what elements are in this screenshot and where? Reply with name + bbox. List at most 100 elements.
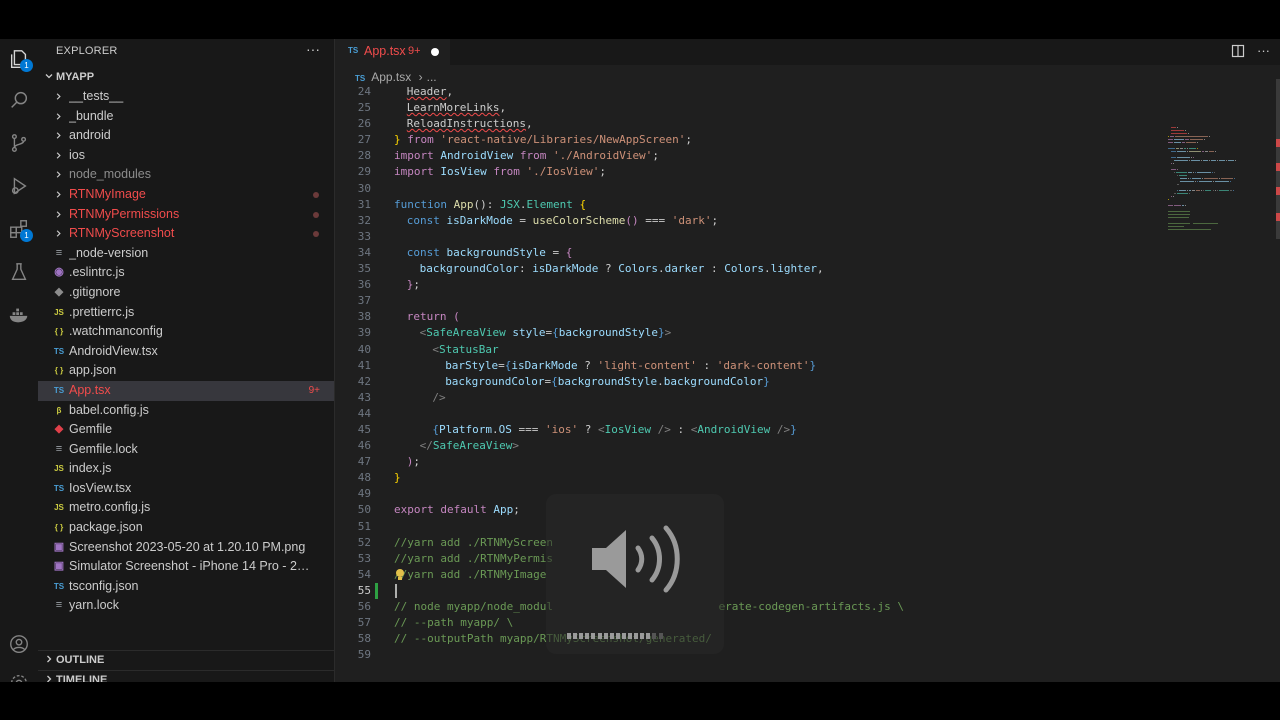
code-line[interactable]: 46 </SafeAreaView>: [335, 438, 1280, 454]
tree-file[interactable]: JS metro.config.js: [38, 498, 334, 518]
code-line[interactable]: 43 />: [335, 390, 1280, 406]
tree-folder[interactable]: __tests__: [38, 87, 334, 107]
code-token: ReloadInstructions: [406, 117, 527, 131]
code-line[interactable]: 39 <SafeAreaView style={backgroundStyle}>: [335, 325, 1280, 341]
code-token: ():: [473, 197, 500, 211]
tree-file[interactable]: JS index.js: [38, 459, 334, 479]
code-line[interactable]: 40 <StatusBar: [335, 342, 1280, 358]
code-line[interactable]: 38 return (: [335, 309, 1280, 325]
code-line[interactable]: 49: [335, 486, 1280, 502]
docker-icon[interactable]: [5, 301, 33, 329]
settings-gear-icon[interactable]: [5, 669, 33, 682]
volume-segment: [567, 633, 571, 639]
code-line[interactable]: 24 Header,: [335, 84, 1280, 100]
tab-app-tsx[interactable]: TS App.tsx 9+: [335, 39, 450, 65]
tree-file[interactable]: ▣ Simulator Screenshot - iPhone 14 Pro - …: [38, 557, 334, 577]
code-line[interactable]: 37: [335, 293, 1280, 309]
line-number: 32: [357, 213, 371, 227]
typescript-file-icon: TS: [53, 385, 65, 395]
code-line[interactable]: 53 //yarn add ./RTNMyPermis: [335, 551, 1280, 567]
tree-folder[interactable]: android: [38, 126, 334, 146]
tree-file[interactable]: { } .watchmanconfig: [38, 322, 334, 342]
code-line[interactable]: 48}: [335, 470, 1280, 486]
code-line[interactable]: 25 LearnMoreLinks,: [335, 100, 1280, 116]
code-line[interactable]: 47);: [335, 454, 1280, 470]
code-view[interactable]: 24 Header, 25 LearnMoreLinks, 26 ReloadInstru…: [335, 84, 1280, 663]
tree-file[interactable]: β babel.config.js: [38, 401, 334, 421]
code-line[interactable]: 52 //yarn add ./RTNMyScreen: [335, 535, 1280, 551]
more-actions-button[interactable]: ···: [306, 41, 320, 57]
tree-file[interactable]: TS App.tsx 9+: [38, 380, 334, 401]
tree-folder[interactable]: RTNMyImage: [38, 185, 334, 205]
breadcrumb-symbol[interactable]: ...: [427, 70, 437, 84]
code-line[interactable]: 56 // node myapp/node_modul erate-codegen…: [335, 599, 1280, 615]
outline-section-header[interactable]: OUTLINE: [38, 650, 334, 670]
search-icon[interactable]: [5, 86, 33, 114]
tree-file[interactable]: ◆ Gemfile: [38, 420, 334, 440]
code-line[interactable]: 36};: [335, 277, 1280, 293]
code-line[interactable]: 41 barStyle={isDarkMode ? 'light-content'…: [335, 358, 1280, 374]
tree-folder[interactable]: _bundle: [38, 107, 334, 127]
vertical-scrollbar[interactable]: [1276, 79, 1280, 239]
source-control-icon[interactable]: [5, 129, 33, 157]
code-line[interactable]: 57 // --path myapp/ \: [335, 615, 1280, 631]
code-line[interactable]: 34 const backgroundStyle = {: [335, 245, 1280, 261]
minimap[interactable]: [1160, 87, 1280, 247]
code-line[interactable]: 27} from 'react-native/Libraries/NewAppS…: [335, 132, 1280, 148]
tree-file[interactable]: { } package.json: [38, 518, 334, 538]
code-line[interactable]: 26 ReloadInstructions,: [335, 116, 1280, 132]
code-line[interactable]: 51: [335, 519, 1280, 535]
code-line[interactable]: 55: [335, 582, 1280, 599]
code-token: //yarn add ./RTNMyPermis: [394, 551, 553, 565]
code-line[interactable]: 33: [335, 229, 1280, 245]
tree-file[interactable]: TS tsconfig.json: [38, 577, 334, 597]
more-actions-icon[interactable]: ···: [1257, 44, 1270, 58]
tree-folder[interactable]: node_modules: [38, 165, 334, 185]
unsaved-dot-icon[interactable]: [431, 48, 439, 56]
run-debug-icon[interactable]: [5, 172, 33, 200]
code-token: ;: [413, 278, 421, 292]
tree-file[interactable]: { } app.json: [38, 361, 334, 381]
tree-file[interactable]: ◉ .eslintrc.js: [38, 263, 334, 283]
code-line[interactable]: 44: [335, 406, 1280, 422]
minimap-stroke: [1202, 151, 1204, 152]
code-line[interactable]: 28 import AndroidView from './AndroidView…: [335, 148, 1280, 164]
code-line[interactable]: 29 import IosView from './IosView';: [335, 164, 1280, 180]
account-icon[interactable]: [5, 630, 33, 658]
code-line[interactable]: 45 {Platform.OS === 'ios' ? <IosView /> :…: [335, 422, 1280, 438]
code-line[interactable]: 42 backgroundColor={backgroundStyle.backg…: [335, 374, 1280, 390]
tree-item-label: _bundle: [69, 108, 114, 123]
minimap-stroke: [1176, 157, 1190, 158]
code-line[interactable]: 54 //yarn add ./RTNMyImage: [335, 567, 1280, 583]
code-line[interactable]: 30: [335, 181, 1280, 197]
tree-folder[interactable]: RTNMyScreenshot: [38, 224, 334, 244]
lightbulb-icon[interactable]: [395, 568, 405, 582]
code-line[interactable]: 50 export default App;: [335, 502, 1280, 518]
tree-file[interactable]: TS IosView.tsx: [38, 479, 334, 499]
tree-file[interactable]: ≡ Gemfile.lock: [38, 440, 334, 460]
line-number: 36: [357, 278, 371, 292]
split-editor-icon[interactable]: [1231, 44, 1245, 58]
code-token: from: [513, 149, 553, 163]
code-line[interactable]: 32 const isDarkMode = useColorScheme() ==…: [335, 213, 1280, 229]
tree-file[interactable]: ◆ .gitignore: [38, 283, 334, 303]
minimap-stroke: [1193, 157, 1194, 158]
tree-folder[interactable]: ios: [38, 146, 334, 166]
extensions-icon[interactable]: 1: [5, 215, 33, 243]
code-line[interactable]: 35 backgroundColor: isDarkMode ? Colors.d…: [335, 261, 1280, 277]
tree-file[interactable]: TS AndroidView.tsx: [38, 342, 334, 362]
project-folder-header[interactable]: MYAPP: [38, 68, 334, 87]
tree-file[interactable]: ≡ _node-version: [38, 244, 334, 264]
timeline-section-header[interactable]: TIMELINE: [38, 670, 334, 682]
code-line[interactable]: 31 function App(): JSX.Element {: [335, 197, 1280, 213]
tree-folder[interactable]: RTNMyPermissions: [38, 205, 334, 225]
breadcrumb-file[interactable]: App.tsx: [371, 70, 411, 84]
testing-icon[interactable]: [5, 258, 33, 286]
tree-file[interactable]: ▣ Screenshot 2023-05-20 at 1.20.10 PM.png: [38, 538, 334, 558]
line-number: 55: [357, 583, 371, 597]
explorer-icon[interactable]: 1: [5, 45, 33, 73]
code-line[interactable]: 58// --outputPath myapp/RTNMyScreenshot/…: [335, 631, 1280, 647]
tree-file[interactable]: JS .prettierrc.js: [38, 303, 334, 323]
tree-file[interactable]: ≡ yarn.lock: [38, 596, 334, 616]
code-line[interactable]: 59: [335, 647, 1280, 663]
